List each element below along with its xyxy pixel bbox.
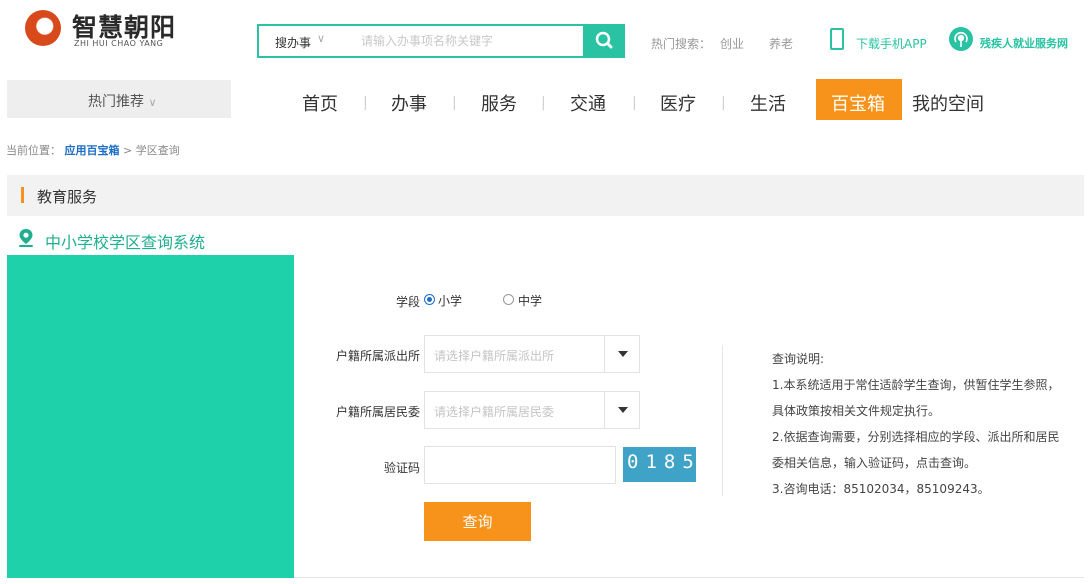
radio-primary-label[interactable]: 小学 <box>438 292 462 309</box>
query-button[interactable]: 查询 <box>424 502 531 541</box>
police-placeholder: 请选择户籍所属派出所 <box>434 349 555 363</box>
nav-affairs[interactable]: 办事 <box>391 90 427 116</box>
captcha-image[interactable]: 0185 <box>623 447 696 482</box>
disability-service-link[interactable]: 残疾人就业服务网 <box>980 35 1068 51</box>
system-title: 中小学校学区查询系统 <box>45 233 206 252</box>
search-input[interactable] <box>361 31 581 51</box>
radio-primary[interactable] <box>424 294 435 305</box>
breadcrumb-current: 学区查询 <box>135 144 180 157</box>
section-header: 教育服务 <box>7 175 1084 216</box>
hot-search-link[interactable]: 养老 <box>769 35 793 52</box>
police-label: 户籍所属派出所 <box>335 349 420 363</box>
breadcrumb: 当前位置： 应用百宝箱 > 学区查询 <box>6 142 180 158</box>
nav-separator: | <box>541 95 546 111</box>
captcha-image-text: 0185 <box>627 451 696 473</box>
nav-separator: | <box>452 95 457 111</box>
nav-life[interactable]: 生活 <box>750 90 786 116</box>
nav-services[interactable]: 服务 <box>481 90 517 116</box>
notes-line: 2.依据查询需要，分别选择相应的学段、派出所和居民 <box>772 430 1060 444</box>
banner-panel <box>7 255 294 578</box>
bottom-divider <box>294 577 1084 578</box>
captcha-label: 验证码 <box>383 461 420 475</box>
chevron-down-icon: ∨ <box>148 96 157 109</box>
search-button[interactable] <box>585 24 625 58</box>
police-select[interactable]: 请选择户籍所属派出所 <box>424 335 640 373</box>
recommend-label: 热门推荐 ∨ <box>88 94 157 110</box>
dropdown-button[interactable] <box>604 335 641 373</box>
nav-medical[interactable]: 医疗 <box>660 90 696 116</box>
nav-toolbox[interactable]: 百宝箱 <box>831 90 885 116</box>
nav-home[interactable]: 首页 <box>302 90 338 116</box>
radio-middle[interactable] <box>503 294 514 305</box>
phone-icon[interactable] <box>830 28 844 50</box>
dropdown-button[interactable] <box>604 391 641 429</box>
caret-down-icon <box>618 351 628 357</box>
section-accent-bar <box>21 187 24 203</box>
committee-placeholder: 请选择户籍所属居民委 <box>434 405 555 419</box>
committee-select[interactable]: 请选择户籍所属居民委 <box>424 391 640 429</box>
section-title: 教育服务 <box>37 188 98 206</box>
recommend-dropdown[interactable]: 热门推荐 ∨ <box>7 80 231 118</box>
radio-middle-label[interactable]: 中学 <box>518 292 542 309</box>
breadcrumb-link[interactable]: 应用百宝箱 <box>65 144 120 157</box>
notes-title: 查询说明: <box>772 352 825 366</box>
logo-subtitle: ZHI HUI CHAO YANG <box>74 39 164 48</box>
nav-separator: | <box>721 95 726 111</box>
breadcrumb-separator: > <box>123 144 133 157</box>
notes-line: 3.咨询电话：85102034，85109243。 <box>772 482 990 496</box>
search-icon <box>595 31 613 49</box>
download-app-link[interactable]: 下载手机APP <box>856 35 927 52</box>
committee-label: 户籍所属居民委 <box>335 405 420 419</box>
caret-down-icon <box>618 407 628 413</box>
nav-traffic[interactable]: 交通 <box>570 90 606 116</box>
chevron-down-icon[interactable]: ∨ <box>317 32 325 45</box>
broadcast-icon[interactable] <box>949 27 973 51</box>
vertical-divider <box>722 345 723 496</box>
breadcrumb-prefix: 当前位置： <box>6 144 61 157</box>
logo-icon[interactable] <box>25 10 61 46</box>
notes-line: 1.本系统适用于常住适龄学生查询，供暂住学生参照， <box>772 378 1060 392</box>
search-scope-select[interactable]: 搜办事 <box>275 34 311 51</box>
hot-search-link[interactable]: 创业 <box>720 35 744 52</box>
notes-line: 委相关信息，输入验证码，点击查询。 <box>772 456 977 470</box>
nav-separator: | <box>363 95 368 111</box>
search-box: 搜办事 ∨ <box>257 24 585 58</box>
hot-search-label: 热门搜索： <box>651 37 712 51</box>
stage-label: 学段 <box>395 295 420 309</box>
location-pin-icon <box>19 229 33 247</box>
notes-line: 具体政策按相关文件规定执行。 <box>772 404 941 418</box>
nav-my-space[interactable]: 我的空间 <box>912 90 984 116</box>
captcha-input[interactable] <box>424 446 616 484</box>
nav-separator: | <box>632 95 637 111</box>
